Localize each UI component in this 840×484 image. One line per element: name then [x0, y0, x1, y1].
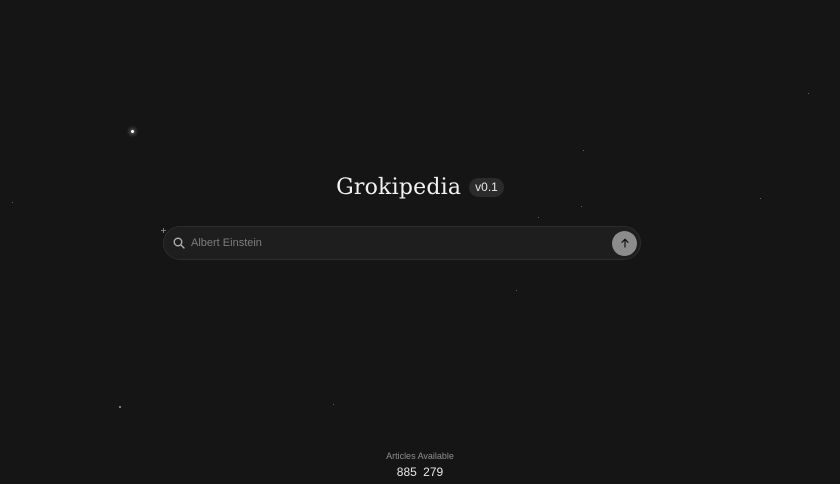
- star: [119, 406, 121, 408]
- star: [131, 130, 134, 133]
- star: [583, 150, 584, 151]
- articles-available-label: Articles Available: [386, 451, 454, 461]
- search-submit-button[interactable]: [612, 230, 637, 256]
- star: [333, 404, 334, 405]
- search-bar[interactable]: [163, 226, 641, 260]
- search-input[interactable]: [191, 237, 612, 249]
- articles-stats: Articles Available 885 279: [0, 450, 840, 480]
- search-icon: [173, 237, 185, 249]
- version-badge: v0.1: [469, 178, 504, 197]
- articles-count: 885 279: [396, 465, 444, 479]
- page-title: Grokipedia: [336, 175, 462, 200]
- star: [581, 206, 582, 207]
- star: [12, 202, 13, 203]
- star: [516, 290, 517, 291]
- brand-header: Grokipedia v0.1: [0, 175, 840, 200]
- page: Grokipedia v0.1 Articles Available 885 2…: [0, 0, 840, 484]
- star: [808, 93, 809, 94]
- arrow-up-icon: [620, 238, 630, 248]
- star: [538, 217, 539, 218]
